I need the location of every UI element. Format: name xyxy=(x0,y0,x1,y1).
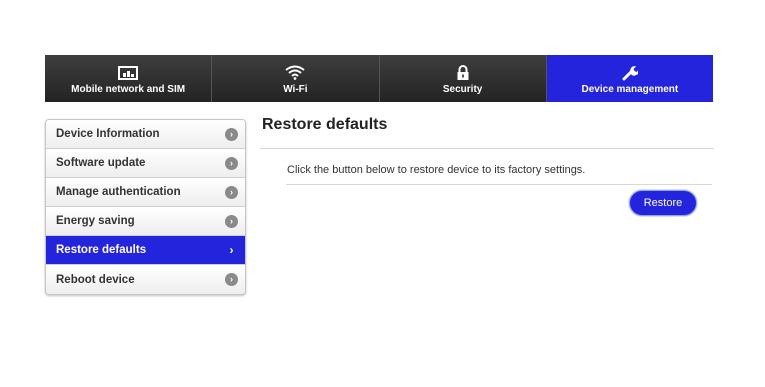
restore-description: Click the button below to restore device… xyxy=(287,164,586,176)
top-navigation: Mobile network and SIM Wi-Fi Security De… xyxy=(45,55,713,102)
sidebar-menu: Device Information › Software update › M… xyxy=(45,119,246,295)
wrench-icon xyxy=(622,64,638,81)
sidebar-item-restore-defaults[interactable]: Restore defaults › xyxy=(46,236,245,265)
tab-label: Device management xyxy=(581,84,679,95)
tab-wifi[interactable]: Wi-Fi xyxy=(212,55,380,102)
title-divider xyxy=(260,148,714,149)
page: Mobile network and SIM Wi-Fi Security De… xyxy=(0,0,765,387)
tab-label: Security xyxy=(442,84,483,95)
sidebar-item-device-information[interactable]: Device Information › xyxy=(46,120,245,149)
sidebar-item-label: Reboot device xyxy=(56,273,135,286)
tab-label: Wi-Fi xyxy=(283,84,308,95)
wifi-icon xyxy=(285,64,305,81)
sidebar-item-software-update[interactable]: Software update › xyxy=(46,149,245,178)
tab-security[interactable]: Security xyxy=(379,55,547,102)
section-divider xyxy=(286,184,712,185)
chevron-right-icon: › xyxy=(225,273,238,286)
sidebar-item-label: Device Information xyxy=(56,128,160,140)
sidebar-item-label: Software update xyxy=(56,157,146,169)
chevron-right-icon: › xyxy=(225,214,238,228)
chevron-right-icon: › xyxy=(225,185,238,199)
sidebar-item-label: Energy saving xyxy=(56,215,135,227)
sidebar-item-label: Restore defaults xyxy=(56,244,147,256)
sidebar-item-manage-authentication[interactable]: Manage authentication › xyxy=(46,178,245,207)
tab-label: Mobile network and SIM xyxy=(71,84,186,95)
sidebar-item-reboot-device[interactable]: Reboot device › xyxy=(46,265,245,294)
sidebar-item-energy-saving[interactable]: Energy saving › xyxy=(46,207,245,236)
chevron-right-icon: › xyxy=(229,242,234,257)
page-title: Restore defaults xyxy=(262,116,388,133)
chevron-right-icon: › xyxy=(225,127,238,141)
chevron-right-icon: › xyxy=(225,156,238,170)
restore-button[interactable]: Restore xyxy=(629,190,697,216)
tab-mobile-network-and-sim[interactable]: Mobile network and SIM xyxy=(45,55,213,102)
lock-icon xyxy=(456,64,470,81)
sidebar-item-label: Manage authentication xyxy=(56,186,181,198)
sim-card-icon xyxy=(118,64,139,81)
tab-device-management[interactable]: Device management xyxy=(546,55,713,102)
